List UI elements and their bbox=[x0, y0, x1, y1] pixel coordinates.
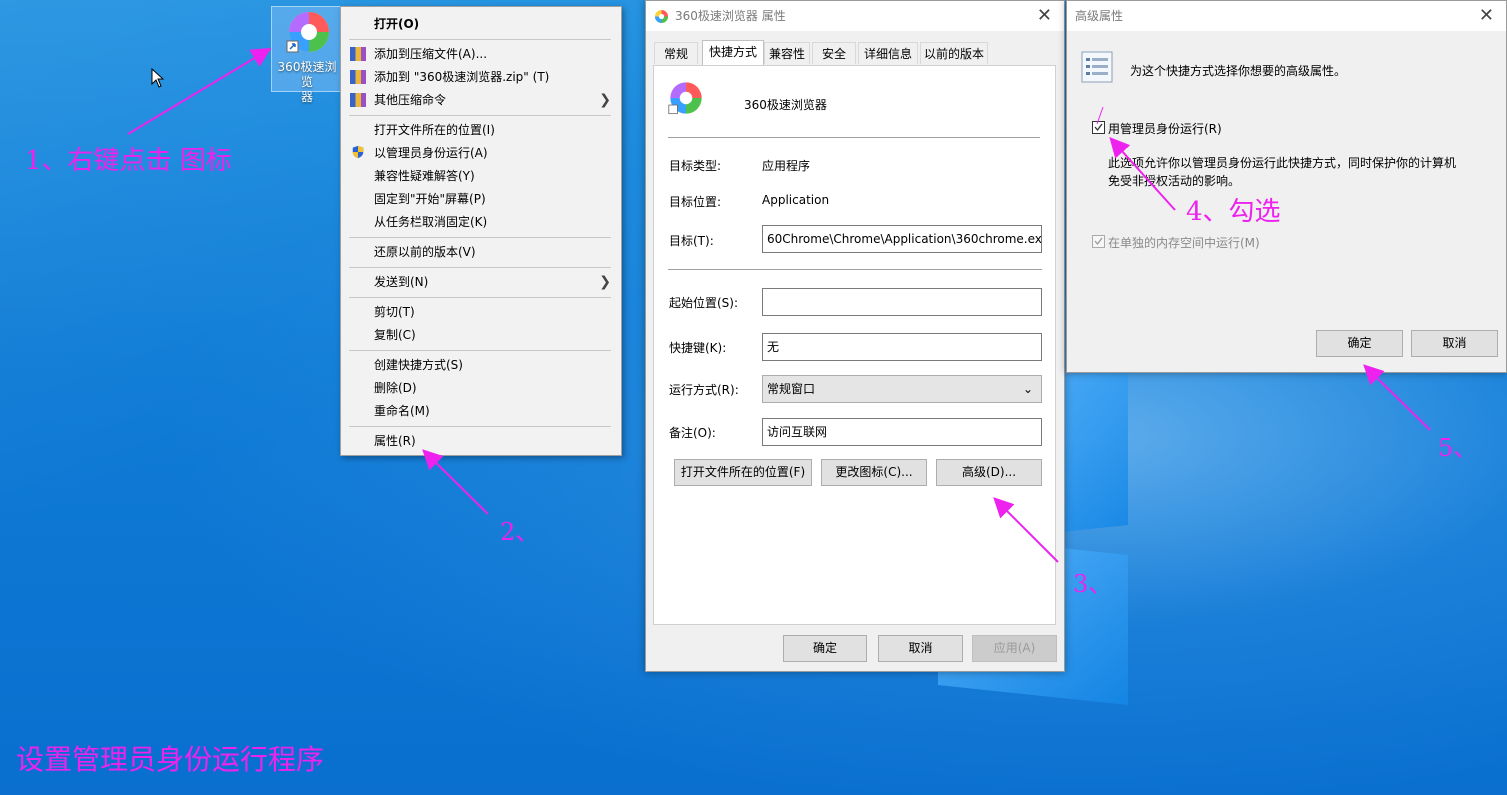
step4-annotation: 4、勾选 bbox=[1186, 197, 1281, 227]
arrow-step5 bbox=[1363, 364, 1431, 431]
annotation-arrows bbox=[127, 47, 1431, 563]
step1-annotation: 1、右键点击 图标 bbox=[25, 146, 232, 176]
step3-annotation: 3、 bbox=[1073, 570, 1113, 598]
arrow-step1 bbox=[127, 47, 272, 135]
step5-annotation: 5、 bbox=[1438, 434, 1478, 462]
arrow-step3 bbox=[993, 497, 1059, 563]
step2-annotation: 2、 bbox=[500, 518, 540, 546]
arrow-step2 bbox=[422, 449, 489, 515]
arrow-step4 bbox=[1109, 137, 1176, 211]
tick-mark bbox=[1096, 106, 1104, 125]
caption: 设置管理员身份运行程序 bbox=[16, 743, 325, 776]
